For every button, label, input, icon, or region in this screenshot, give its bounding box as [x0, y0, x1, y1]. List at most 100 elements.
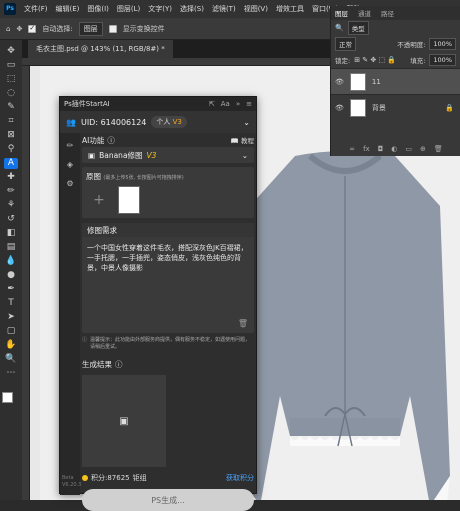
link-icon[interactable]: ∞ [349, 145, 355, 153]
layers-icon[interactable]: ◈ [67, 160, 73, 169]
account-badge[interactable]: 个人 V3 [151, 116, 187, 128]
generate-label: PS生成... [151, 495, 185, 505]
lasso-tool-icon[interactable]: ◌ [4, 88, 18, 99]
quick-select-tool-icon[interactable]: ✎ [4, 102, 18, 113]
layer-row[interactable]: 👁 11 [331, 68, 460, 94]
adjustment-icon[interactable]: ◐ [391, 145, 397, 153]
menu-file[interactable]: 文件(F) [24, 4, 48, 14]
tab-channels[interactable]: 通道 [358, 8, 371, 18]
prompt-textarea[interactable]: 一个中国女性穿着这件毛衣，搭配深灰色JK百褶裙，一手托腮，一手插兜，姿态俏皮，浅… [82, 237, 254, 333]
get-credits-link[interactable]: 获取积分 [226, 473, 254, 483]
menu-layer[interactable]: 图层(L) [117, 4, 140, 14]
blend-mode-dropdown[interactable]: 正常 [335, 37, 356, 51]
gradient-tool-icon[interactable]: ▤ [4, 242, 18, 253]
brush-tool-icon[interactable]: ✏ [4, 186, 18, 197]
function-version: V3 [146, 150, 157, 160]
account-level: V3 [172, 118, 182, 126]
eraser-tool-icon[interactable]: ◧ [4, 228, 18, 239]
auto-select-mode-dropdown[interactable]: 图层 [78, 21, 103, 36]
notice-text: 温馨提示：此功能由外部服务商提供，偶有服务不稳定，如遇使用问题，请稍后重试。 [90, 337, 251, 350]
document-tab[interactable]: 毛衣主图.psd @ 143% (11, RGB/8#) * [28, 40, 173, 58]
settings-icon[interactable]: ⚙ [66, 179, 73, 188]
marquee-tool-icon[interactable]: ⬚ [4, 74, 18, 85]
horizontal-ruler [22, 58, 330, 66]
tutorial-link[interactable]: 📖 教程 [231, 135, 254, 145]
lock-icons[interactable]: ⊞ ✎ ✥ ⬚ 🔒 [354, 56, 396, 64]
collapse-icon[interactable]: » [236, 100, 240, 108]
user-info-bar: 👥 UID: 614006124 个人 V3 ⌄ [60, 111, 256, 133]
type-tool-icon[interactable]: T [4, 298, 18, 309]
prompt-card: 修图需求 一个中国女性穿着这件毛衣，搭配深灰色JK百褶裙，一手托腮，一手插兜，姿… [82, 223, 254, 333]
pin-icon[interactable]: ⇱ [209, 100, 215, 108]
menu-icon[interactable]: ≡ [246, 100, 252, 108]
visibility-eye-icon[interactable]: 👁 [335, 104, 344, 112]
add-image-button[interactable]: + [86, 187, 112, 213]
function-selector[interactable]: ▣ Banana修图 V3 ⌄ [82, 147, 254, 163]
dodge-tool-icon[interactable]: ● [4, 270, 18, 281]
visibility-eye-icon[interactable]: 👁 [335, 78, 344, 86]
trash-icon[interactable]: 🗑 [238, 319, 248, 329]
chevron-down-icon[interactable]: ⌄ [242, 151, 248, 160]
menu-edit[interactable]: 编辑(E) [56, 4, 80, 14]
tab-layers[interactable]: 图层 [335, 8, 348, 18]
menu-type[interactable]: 文字(Y) [148, 4, 172, 14]
hand-tool-icon[interactable]: ✋ [4, 340, 18, 351]
fx-icon[interactable]: fx [363, 145, 370, 153]
opacity-input[interactable]: 100% [429, 38, 456, 50]
auto-select-label: 自动选择: [42, 24, 73, 33]
generate-button[interactable]: PS生成... [82, 489, 254, 511]
transform-controls-checkbox[interactable] [108, 24, 117, 33]
folder-icon[interactable]: ▭ [405, 145, 412, 153]
layer-row[interactable]: 👁 背景 🔒 [331, 94, 460, 120]
layer-thumbnail [349, 98, 366, 117]
edit-icon[interactable]: ✏ [67, 141, 74, 150]
shape-tool-icon[interactable]: ▢ [4, 326, 18, 337]
filter-kind-dropdown[interactable]: 类型 [347, 21, 369, 35]
tools-panel: ✥ ▭ ⬚ ◌ ✎ ⌗ ⊠ ⚲ A ✚ ✏ ⚘ ↺ ◧ ▤ 💧 ● ✒ T ➤ … [0, 40, 22, 500]
clone-stamp-icon[interactable]: ⚘ [4, 200, 18, 211]
blur-tool-icon[interactable]: 💧 [4, 256, 18, 267]
result-placeholder[interactable]: ▣ [82, 375, 166, 467]
font-size-icon[interactable]: Aa [221, 100, 230, 108]
menu-plugins[interactable]: 增效工具 [276, 4, 304, 14]
new-layer-icon[interactable]: ⊕ [420, 145, 426, 153]
help-icon[interactable]: ⓘ [115, 359, 123, 370]
source-image-thumbnail[interactable] [118, 186, 140, 214]
user-icon: 👥 [66, 117, 76, 127]
color-swatches[interactable] [2, 392, 20, 414]
artboard-tool-icon[interactable]: ▭ [4, 60, 18, 71]
chevron-down-icon[interactable]: ⌄ [243, 118, 250, 127]
plugin-title: Ps插件StartAI [64, 100, 110, 108]
credits-level: 钜组 [132, 474, 147, 482]
home-icon[interactable]: ⌂ [6, 25, 10, 33]
function-name: Banana修图 [99, 150, 143, 160]
zoom-tool-icon[interactable]: 🔍 [4, 354, 18, 365]
help-icon[interactable]: ⓘ [107, 135, 115, 146]
auto-select-checkbox[interactable] [28, 24, 37, 33]
tab-paths[interactable]: 路径 [381, 8, 394, 18]
uid-text: UID: 614006124 [80, 117, 147, 127]
fill-input[interactable]: 100% [429, 54, 456, 66]
menu-image[interactable]: 图像(I) [87, 4, 109, 14]
crop-tool-icon[interactable]: ⌗ [4, 116, 18, 127]
mask-icon[interactable]: ◘ [378, 145, 384, 153]
more-tools-icon[interactable]: ⋯ [4, 368, 18, 379]
photoshop-logo-icon[interactable]: Ps [4, 3, 16, 15]
frame-tool-icon[interactable]: ⊠ [4, 130, 18, 141]
healing-brush-icon[interactable]: ✚ [4, 172, 18, 183]
pen-tool-icon[interactable]: ✒ [4, 284, 18, 295]
trash-icon[interactable]: 🗑 [434, 145, 443, 153]
menu-filter[interactable]: 滤镜(T) [212, 4, 236, 14]
starai-plugin-icon[interactable]: A [4, 158, 18, 169]
path-select-icon[interactable]: ➤ [4, 312, 18, 323]
blend-row: 正常 不透明度: 100% [331, 36, 460, 52]
move-tool-icon[interactable]: ✥ [16, 25, 22, 33]
layers-panel: 图层 通道 路径 🔍 类型 正常 不透明度: 100% 锁定: ⊞ ✎ ✥ ⬚ … [330, 6, 460, 156]
eyedropper-tool-icon[interactable]: ⚲ [4, 144, 18, 155]
foreground-color[interactable] [2, 392, 13, 403]
menu-select[interactable]: 选择(S) [180, 4, 204, 14]
menu-view[interactable]: 视图(V) [244, 4, 268, 14]
history-brush-icon[interactable]: ↺ [4, 214, 18, 225]
plugin-window-controls: ⇱ Aa » ≡ [209, 100, 256, 108]
move-tool-icon[interactable]: ✥ [4, 46, 18, 57]
